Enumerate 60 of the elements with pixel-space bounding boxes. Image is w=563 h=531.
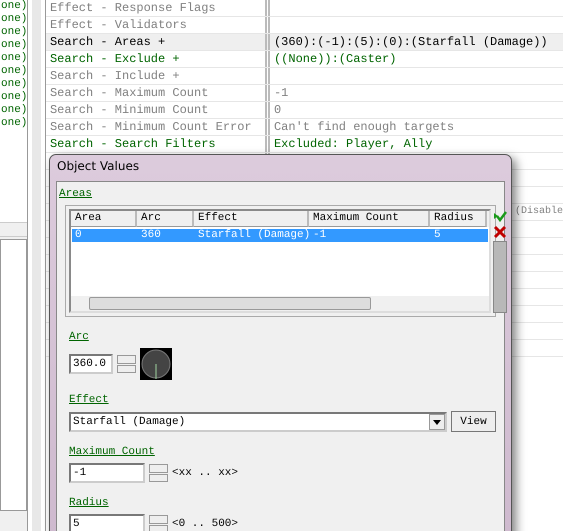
effect-dropdown[interactable]: Starfall (Damage) [69, 412, 447, 432]
splitter[interactable] [27, 0, 46, 531]
list-item-text: one) [1, 13, 28, 26]
property-value: ((None)):(Caster) [272, 51, 398, 67]
field-label: Maximum Count [69, 446, 155, 458]
list-item-text: one) [1, 78, 28, 91]
window-title: Object Values [57, 159, 140, 173]
list-item-text: one) [1, 117, 28, 130]
table-cell-text: 360 [140, 229, 162, 242]
property-row[interactable]: Search - Minimum Count Error Can't find enough targets [46, 119, 563, 136]
table-cell-text: -1 [312, 229, 328, 242]
view-button[interactable]: View [451, 411, 496, 432]
list-item-text: one) [1, 104, 28, 117]
range-hint: <0 .. 500> [172, 518, 238, 530]
property-row[interactable]: Search - Include + [46, 68, 563, 85]
spin-buttons[interactable] [149, 464, 168, 482]
property-value: -1 [272, 85, 290, 101]
property-value: (360):(-1):(5):(0):(Starfall (Damage)) [272, 34, 549, 50]
delete-icon[interactable] [493, 225, 507, 239]
column-header[interactable]: Maximum Count [309, 211, 430, 227]
table-cell-text: 5 [433, 229, 442, 242]
radius-field[interactable]: 5 [69, 514, 145, 531]
property-row[interactable]: Effect - Response Flags [46, 0, 563, 17]
arc-field[interactable]: 360.0 [69, 354, 113, 374]
spin-buttons[interactable] [117, 355, 136, 373]
property-row[interactable]: Search - Exclude + ((None)):(Caster) [46, 51, 563, 68]
maximum-count-field[interactable]: -1 [69, 463, 145, 483]
property-row[interactable]: Effect - Validators [46, 17, 563, 34]
horizontal-scrollbar[interactable] [71, 296, 489, 311]
field-label: Arc [69, 331, 89, 343]
property-value: (Disable [514, 204, 563, 219]
range-hint: <xx .. xx> [172, 467, 238, 479]
column-header[interactable]: Effect [194, 211, 309, 227]
arc-dial-icon[interactable] [140, 348, 172, 380]
horizontal-scrollbar[interactable] [0, 222, 28, 237]
list-item-text: one) [1, 91, 28, 104]
add-check-icon[interactable] [493, 209, 507, 223]
property-value: Can't find enough targets [272, 119, 456, 135]
property-row[interactable]: Search - Minimum Count 0 [46, 102, 563, 119]
property-value: 0 [272, 102, 282, 118]
list-item-text: one) [1, 65, 28, 78]
table-cell-text: Starfall (Damage) [197, 229, 310, 242]
list-item-text: one) [1, 39, 28, 52]
selected-property-row[interactable]: Search - Areas + (360):(-1):(5):(0):(Starfall (Damage)) [46, 34, 563, 51]
column-header[interactable]: Area [71, 211, 137, 227]
property-row[interactable]: Search - Maximum Count -1 [46, 85, 563, 102]
list-item-text: one) [1, 26, 28, 39]
spin-buttons[interactable] [149, 515, 168, 531]
property-row[interactable]: Search - Search Filters Excluded: Player, Ally [46, 136, 563, 153]
column-header[interactable]: Radius [430, 211, 487, 227]
section-link[interactable]: Areas [59, 188, 92, 200]
vertical-scrollbar[interactable] [493, 241, 507, 313]
caret-icon [429, 414, 445, 430]
field-label: Radius [69, 497, 109, 509]
property-value: Excluded: Player, Ally [272, 136, 434, 152]
table-cell-text: 0 [74, 229, 83, 242]
list-item-text: one) [1, 52, 28, 65]
list-item-text: one) [1, 0, 28, 13]
field-label: Effect [69, 394, 109, 406]
column-header[interactable]: Arc [137, 211, 194, 227]
